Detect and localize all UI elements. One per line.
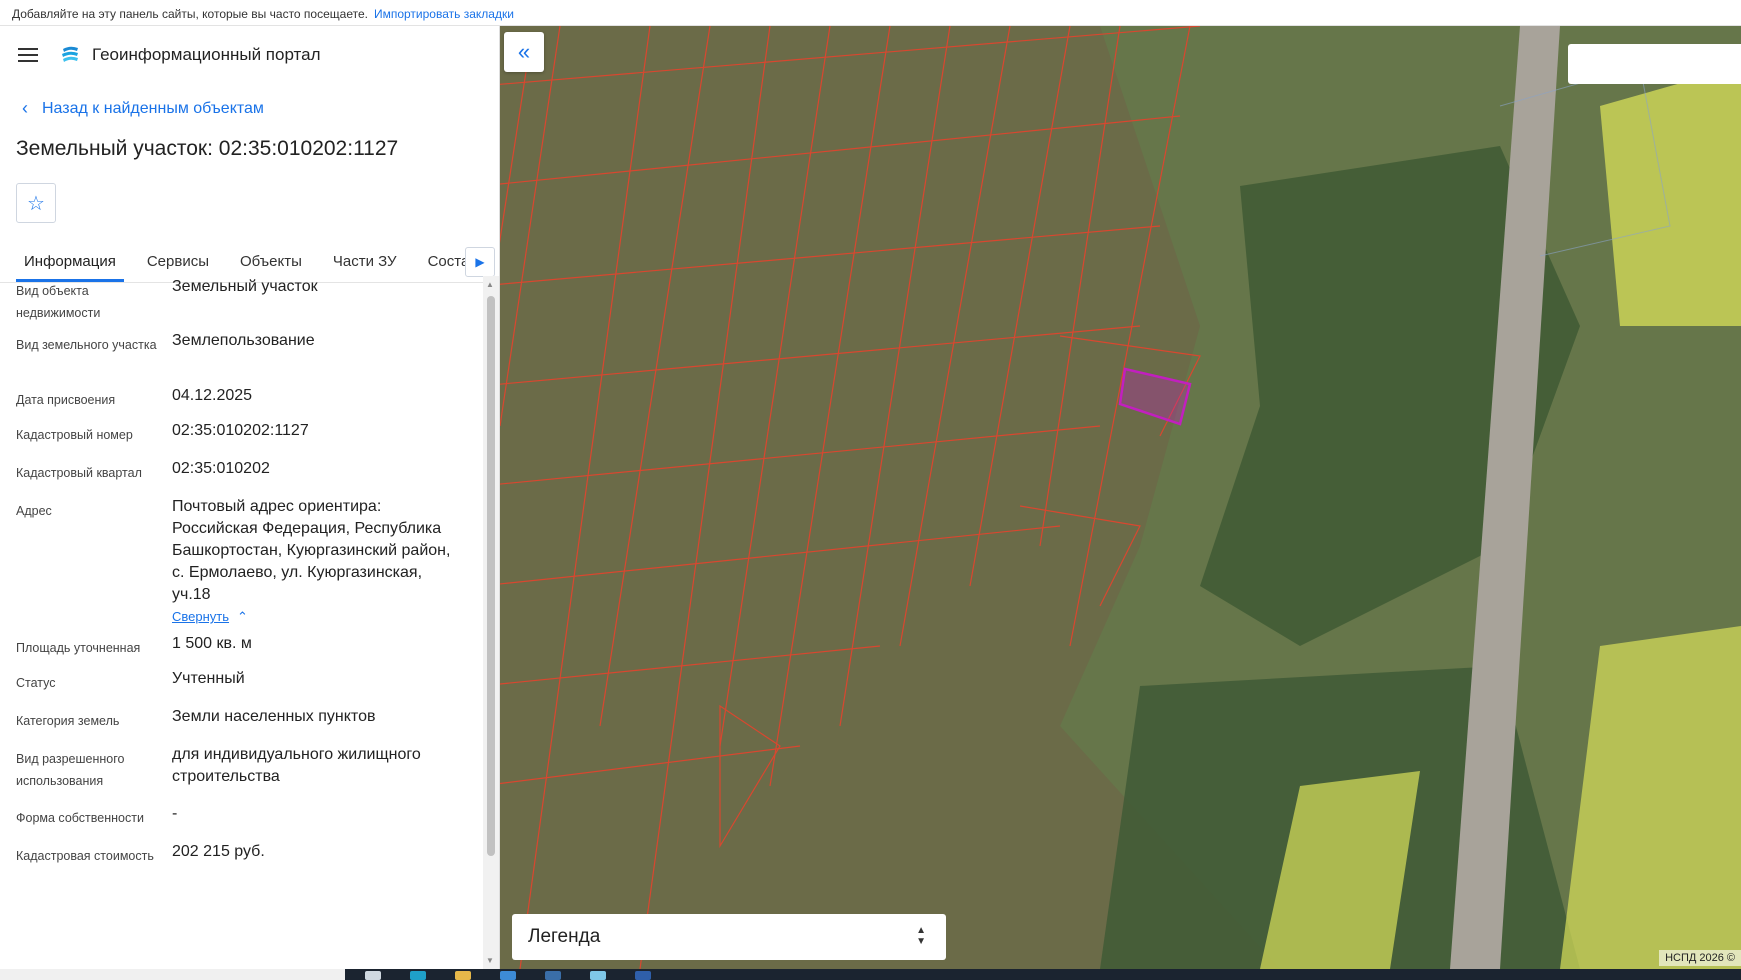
taskbar-app-icon[interactable] — [455, 971, 471, 980]
info-key: Дата присвоения — [16, 393, 116, 407]
info-value: Земли населенных пунктов — [172, 708, 376, 725]
satellite-map[interactable] — [500, 26, 1741, 969]
bookmarks-bar-text: Добавляйте на эту панель сайты, которые … — [12, 7, 368, 21]
info-key: Вид земельного участка — [16, 338, 157, 352]
info-key: Кадастровая стоимость — [16, 849, 154, 863]
favorite-button[interactable]: ☆ — [16, 183, 56, 223]
info-row: Кадастровый квартал 02:35:010202 — [0, 458, 484, 496]
app-header: Геоинформационный портал — [0, 26, 499, 84]
address-text: Почтовый адрес ориентира: Российская Фед… — [172, 498, 451, 603]
info-key: Вид разрешенного использования — [16, 752, 125, 788]
info-value: 202 215 руб. — [172, 843, 265, 860]
info-list: Вид объекта недвижимости Земельный участ… — [0, 276, 484, 969]
field-highlight — [1600, 66, 1741, 326]
tabs-scroll-right-button[interactable]: ▶ — [465, 247, 495, 277]
map-search-box[interactable] — [1568, 44, 1741, 84]
info-value: Земельный участок — [172, 278, 318, 295]
info-row: Категория земель Земли населенных пункто… — [0, 706, 484, 744]
info-key: Кадастровый номер — [16, 428, 133, 442]
info-row-address: Адрес Почтовый адрес ориентира: Российск… — [0, 496, 484, 633]
back-to-results-link[interactable]: ‹ Назад к найденным объектам — [22, 98, 499, 119]
info-key: Вид объекта недвижимости — [16, 284, 101, 320]
info-row: Вид объекта недвижимости Земельный участ… — [0, 276, 484, 330]
menu-icon[interactable] — [18, 48, 38, 62]
collapse-link[interactable]: Свернуть ⌃ — [172, 606, 458, 628]
info-value: Землепользование — [172, 332, 315, 349]
scrollbar-thumb[interactable] — [487, 296, 495, 856]
bookmarks-bar: Добавляйте на эту панель сайты, которые … — [0, 0, 1741, 26]
object-title: Земельный участок: 02:35:010202:1127 — [16, 137, 399, 160]
back-link-label: Назад к найденным объектам — [42, 99, 264, 117]
expand-sort-icon[interactable]: ▲ ▼ — [916, 925, 926, 947]
info-scrollbar[interactable]: ▲ ▼ — [483, 276, 499, 969]
info-row: Форма собственности - — [0, 803, 484, 841]
double-chevron-left-icon: « — [517, 39, 531, 64]
scroll-down-icon[interactable]: ▼ — [486, 956, 494, 965]
import-bookmarks-link[interactable]: Импортировать закладки — [374, 7, 514, 21]
info-value: Учтенный — [172, 670, 245, 687]
taskbar-app-icon[interactable] — [590, 971, 606, 980]
info-row: Кадастровый номер 02:35:010202:1127 — [0, 420, 484, 458]
info-value: 1 500 кв. м — [172, 635, 252, 652]
taskbar-app-icon[interactable] — [365, 971, 381, 980]
app-title: Геоинформационный портал — [92, 45, 321, 64]
taskbar-search[interactable] — [0, 969, 345, 980]
caret-right-icon: ▶ — [475, 255, 485, 269]
legend-panel[interactable]: Легенда ▲ ▼ — [512, 914, 946, 960]
info-value: для индивидуального жилищного строительс… — [172, 746, 421, 785]
collapse-label: Свернуть — [172, 609, 230, 624]
info-key: Форма собственности — [16, 811, 144, 825]
info-value: - — [172, 805, 178, 822]
info-key: Площадь уточненная — [16, 641, 141, 655]
collapse-panel-button[interactable]: « — [504, 32, 544, 72]
info-row: Вид разрешенного использования для индив… — [0, 744, 484, 803]
chevron-left-icon: ‹ — [22, 98, 28, 118]
info-key: Статус — [16, 676, 56, 690]
info-key: Кадастровый квартал — [16, 466, 142, 480]
taskbar-app-icon[interactable] — [545, 971, 561, 980]
info-row: Кадастровая стоимость 202 215 руб. — [0, 841, 484, 891]
os-taskbar — [0, 969, 1741, 980]
info-key: Категория земель — [16, 714, 120, 728]
info-key: Адрес — [16, 504, 52, 518]
info-row: Дата присвоения 04.12.2025 — [0, 385, 484, 420]
info-panel: Геоинформационный портал ‹ Назад к найде… — [0, 26, 500, 969]
info-row: Статус Учтенный — [0, 668, 484, 706]
taskbar-app-icon[interactable] — [635, 971, 651, 980]
info-value-address: Почтовый адрес ориентира: Российская Фед… — [172, 496, 468, 633]
info-row: Вид земельного участка Землепользование — [0, 330, 484, 385]
info-value: 02:35:010202:1127 — [172, 422, 309, 439]
legend-label: Легенда — [528, 926, 601, 947]
map-view[interactable] — [500, 26, 1741, 969]
map-attribution: НСПД 2026 © — [1659, 950, 1741, 966]
star-icon: ☆ — [27, 192, 45, 215]
info-value: 02:35:010202 — [172, 460, 270, 477]
taskbar-app-icon[interactable] — [410, 971, 426, 980]
info-value: 04.12.2025 — [172, 387, 253, 404]
chevron-up-icon: ⌃ — [237, 609, 248, 624]
scroll-up-icon[interactable]: ▲ — [486, 280, 494, 289]
taskbar-app-icon[interactable] — [500, 971, 516, 980]
portal-logo-icon — [58, 43, 82, 67]
info-row: Площадь уточненная 1 500 кв. м — [0, 633, 484, 668]
